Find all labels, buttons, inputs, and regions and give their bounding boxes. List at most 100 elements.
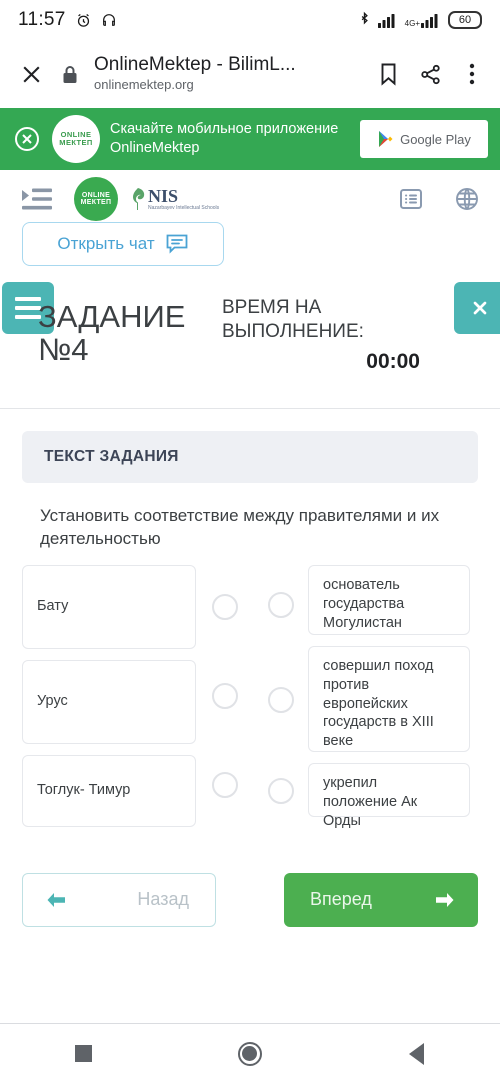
list-item[interactable]: Тоглук- Тимур — [22, 754, 196, 827]
left-connector-dot[interactable] — [212, 593, 238, 620]
matching-right-column: основатель государства Могулистан соверш… — [308, 564, 478, 829]
right-connector-dot[interactable] — [268, 777, 294, 804]
task-title: ЗАДАНИЕ №4 — [38, 299, 186, 368]
nis-leaf-icon — [130, 186, 146, 212]
list-icon[interactable] — [398, 186, 424, 212]
connector-cell — [254, 755, 308, 827]
page-url: onlinemektep.org — [94, 76, 194, 92]
bookmark-icon[interactable] — [376, 61, 400, 87]
task-prompt: Установить соответствие между правителям… — [40, 506, 440, 548]
triangle-back-icon — [409, 1042, 425, 1065]
list-item[interactable]: Бату — [22, 564, 196, 649]
task-body: ТЕКСТ ЗАДАНИЯ Установить соответствие ме… — [0, 409, 500, 561]
menu-indent-icon[interactable] — [20, 182, 54, 216]
google-play-button[interactable]: Google Play — [360, 120, 488, 158]
site-logo-nis[interactable]: NIS Nazarbayev Intellectual Schools — [130, 186, 219, 212]
network-type-label: 4G+ — [404, 19, 420, 28]
back-button-label: Назад — [137, 889, 189, 910]
chat-row: Открыть чат — [0, 222, 500, 274]
left-connector-dot[interactable] — [212, 772, 238, 799]
bluetooth-icon — [358, 11, 371, 30]
globe-icon[interactable] — [454, 186, 480, 212]
site-logo-onlinemektep[interactable]: ONLINE МЕКТЕП — [74, 177, 118, 221]
task-header: ЗАДАНИЕ №4 ВРЕМЯ НА ВЫПОЛНЕНИЕ: 00:00 — [0, 274, 500, 396]
recents-button[interactable] — [48, 1034, 118, 1074]
left-connector-dot[interactable] — [212, 683, 238, 710]
left-item-label: Бату — [37, 598, 69, 615]
left-item-label: Тоглук- Тимур — [37, 782, 131, 799]
signal-icon-sim1 — [377, 12, 398, 28]
site-header-actions — [398, 186, 480, 212]
google-play-label: Google Play — [400, 131, 471, 147]
browser-actions — [376, 61, 484, 87]
connector-cell — [254, 565, 308, 645]
matching-right-connectors — [254, 565, 308, 827]
android-navigation-bar — [0, 1023, 500, 1083]
open-chat-label: Открыть чат — [57, 234, 155, 253]
phone-screen: 11:57 4G+ 60 OnlineMektep - BilimL... on… — [0, 0, 500, 1083]
onlinemektep-logo: ONLINE МЕКТЕП — [52, 115, 100, 163]
list-item[interactable]: совершил поход против европейских госуда… — [308, 645, 470, 752]
more-vertical-icon[interactable] — [460, 61, 484, 87]
timer-label: ВРЕМЯ НА ВЫПОЛНЕНИЕ: — [222, 297, 364, 342]
right-connector-dot[interactable] — [268, 591, 294, 618]
battery-indicator: 60 — [448, 11, 482, 29]
matching-left-column: Бату Урус Тоглук- Тимур — [22, 564, 196, 827]
close-task-button[interactable] — [454, 282, 500, 334]
arrow-right-icon — [434, 891, 456, 909]
app-promo-text: Скачайте мобильное приложение OnlineMekt… — [110, 120, 339, 156]
share-icon[interactable] — [418, 61, 442, 87]
timer-value: 00:00 — [366, 349, 420, 373]
next-button[interactable]: Вперед — [284, 872, 478, 927]
nis-subtitle: Nazarbayev Intellectual Schools — [148, 204, 220, 211]
site-logo-line-2: МЕКТЕП — [80, 199, 112, 206]
circle-home-icon — [237, 1041, 262, 1066]
arrow-left-icon — [45, 891, 67, 909]
site-header: ONLINE МЕКТЕП NIS Nazarbayev Intellectua… — [0, 170, 500, 228]
close-circle-icon[interactable] — [12, 124, 42, 154]
right-item-label: укрепил положение Ак Орды — [323, 774, 418, 829]
connector-cell — [196, 565, 254, 649]
square-recents-icon — [74, 1045, 92, 1062]
right-item-label: совершил поход против европейских госуда… — [323, 657, 434, 750]
task-timer: ВРЕМЯ НА ВЫПОЛНЕНИЕ: 00:00 — [222, 296, 442, 374]
status-bar: 11:57 4G+ 60 — [0, 0, 500, 40]
open-chat-button[interactable]: Открыть чат — [22, 222, 224, 266]
nis-text-block: NIS Nazarbayev Intellectual Schools — [148, 187, 219, 212]
list-item[interactable]: основатель государства Могулистан — [308, 564, 470, 635]
right-connector-dot[interactable] — [268, 686, 294, 713]
app-promo-banner: ONLINE МЕКТЕП Скачайте мобильное приложе… — [0, 108, 500, 170]
signal-icon-sim2: 4G+ — [405, 12, 441, 28]
list-item[interactable]: укрепил положение Ак Орды — [308, 762, 470, 829]
site-logo-line-1: ONLINE — [81, 191, 111, 199]
list-item[interactable]: Урус — [22, 659, 196, 744]
address-bar[interactable]: OnlineMektep - BilimL... onlinemektep.or… — [94, 54, 362, 94]
left-item-label: Урус — [37, 693, 68, 710]
right-item-label: основатель государства Могулистан — [323, 576, 405, 631]
matching-columns: Бату Урус Тоглук- Тимур основатель госуд… — [22, 564, 478, 829]
back-button[interactable]: Назад — [22, 872, 216, 927]
task-navigation: Назад Вперед — [0, 872, 500, 927]
page-title: OnlineMektep - BilimL... — [94, 54, 296, 76]
status-clock: 11:57 — [18, 9, 66, 30]
lock-icon — [60, 65, 80, 84]
logo-line-2: МЕКТЕП — [59, 138, 93, 147]
matching-exercise: Бату Урус Тоглук- Тимур основатель госуд… — [0, 564, 500, 829]
connector-cell — [196, 744, 254, 827]
next-button-label: Вперед — [310, 889, 372, 910]
back-button-system[interactable] — [382, 1034, 452, 1074]
task-text-banner-label: ТЕКСТ ЗАДАНИЯ — [44, 448, 179, 465]
browser-toolbar: OnlineMektep - BilimL... onlinemektep.or… — [0, 40, 500, 108]
status-bar-left: 11:57 — [18, 9, 117, 31]
connector-cell — [196, 649, 254, 744]
close-icon[interactable] — [16, 59, 46, 89]
chat-bubble-icon — [165, 233, 189, 255]
home-button[interactable] — [215, 1034, 285, 1074]
google-play-icon — [377, 130, 394, 148]
connector-cell — [254, 645, 308, 755]
nis-title: NIS — [148, 185, 179, 206]
status-bar-right: 4G+ 60 — [358, 11, 482, 30]
task-text-banner: ТЕКСТ ЗАДАНИЯ — [22, 431, 478, 483]
headphone-icon — [101, 12, 117, 28]
matching-left-connectors — [196, 565, 254, 827]
